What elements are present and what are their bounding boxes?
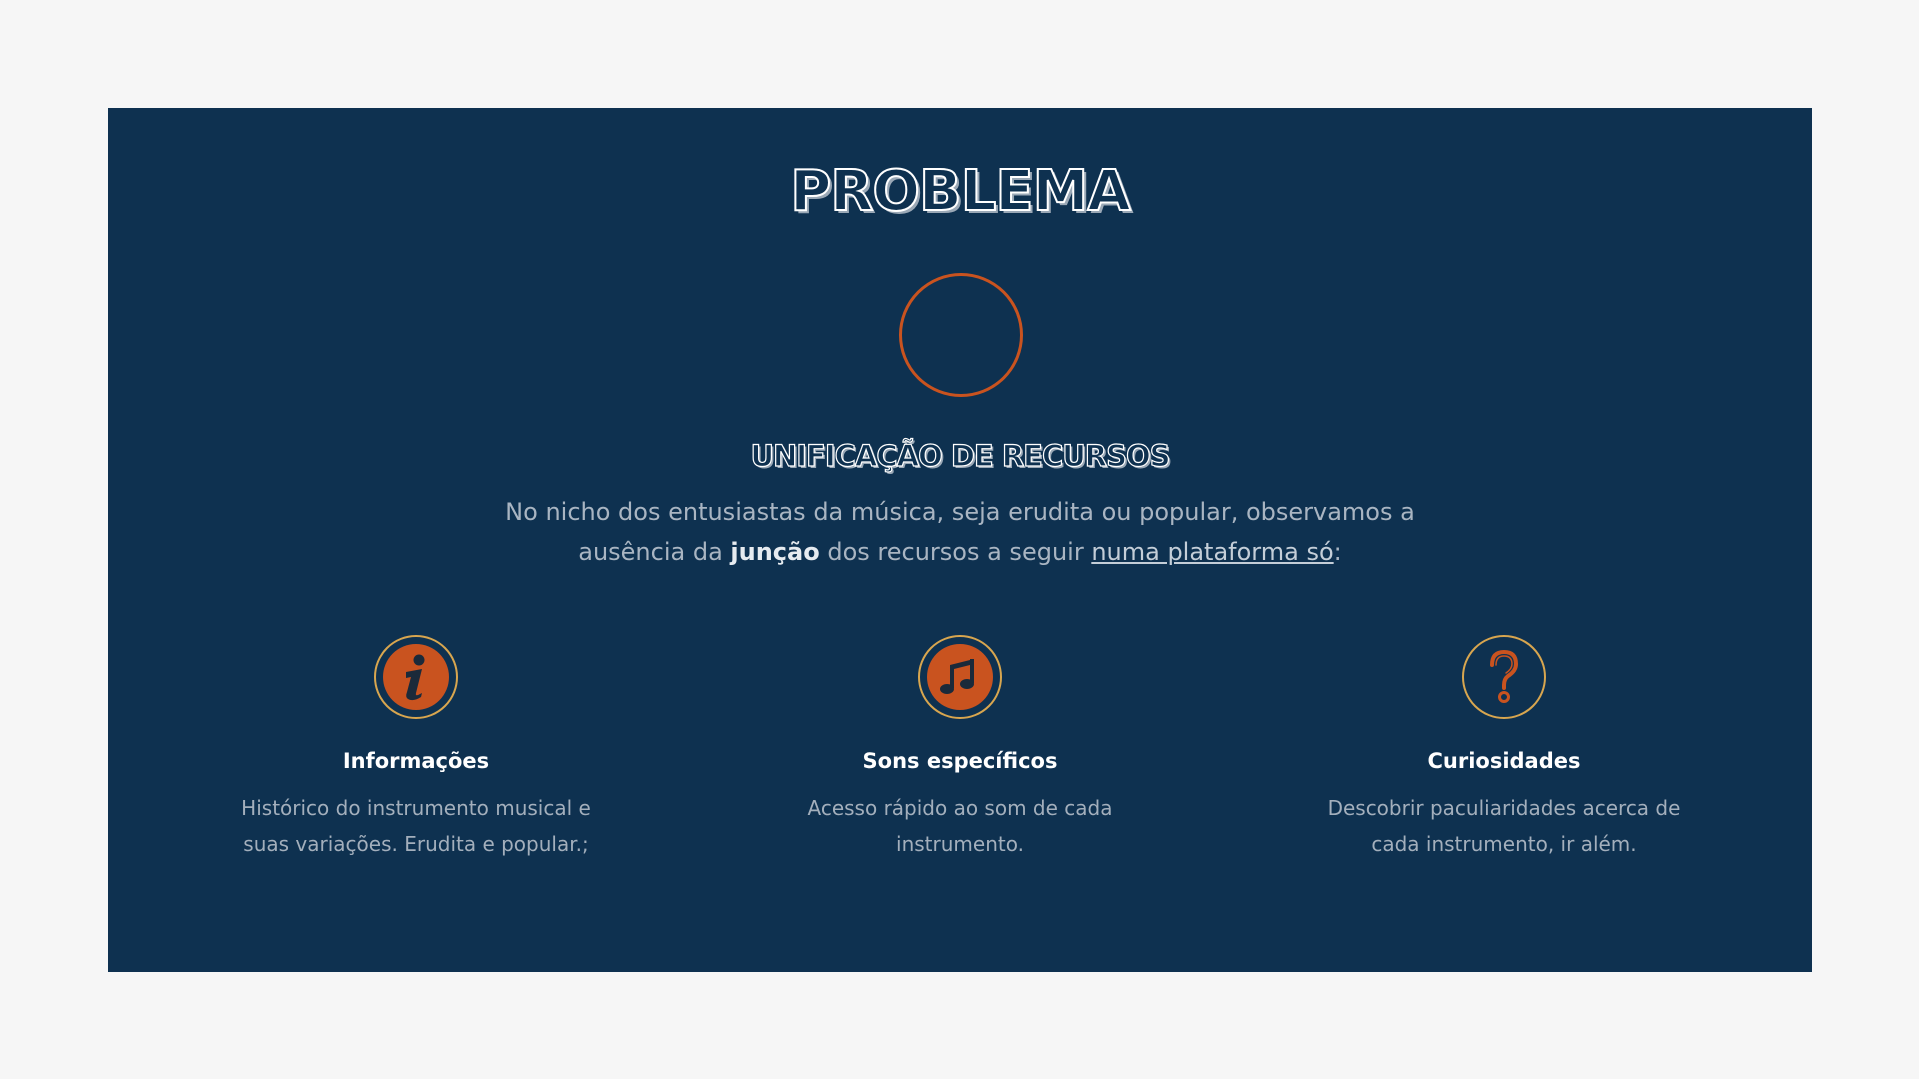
info-icon: [374, 635, 458, 719]
intro-bold-text: junção: [730, 538, 820, 566]
feature-title: Curiosidades: [1427, 749, 1581, 773]
circle-icon: [899, 273, 1023, 397]
music-note-icon: [918, 635, 1002, 719]
feature-title: Sons específicos: [862, 749, 1058, 773]
intro-text-2: dos recursos a seguir: [819, 538, 1092, 566]
problem-section: PROBLEMA UNIFICAÇÃO DE RECURSOS No nicho…: [108, 108, 1812, 972]
section-title: PROBLEMA: [789, 159, 1131, 224]
intro-paragraph: No nicho dos entusiastas da música, seja…: [460, 492, 1460, 572]
intro-underlined-text: numa plataforma só: [1091, 538, 1334, 566]
intro-text-3: :: [1333, 538, 1342, 566]
section-subtitle: UNIFICAÇÃO DE RECURSOS: [750, 439, 1171, 473]
question-mark-icon: [1462, 635, 1546, 719]
feature-curiosidades: Curiosidades Descobrir paculiaridades ac…: [1274, 635, 1734, 862]
feature-informacoes: Informações Histórico do instrumento mus…: [186, 635, 646, 862]
feature-sons-especificos: Sons específicos Acesso rápido ao som de…: [730, 635, 1190, 862]
feature-description: Acesso rápido ao som de cada instrumento…: [807, 796, 1113, 857]
feature-description: Descobrir paculiaridades acerca de cada …: [1327, 796, 1681, 857]
feature-description: Histórico do instrumento musical e suas …: [241, 796, 591, 857]
feature-title: Informações: [342, 749, 490, 773]
